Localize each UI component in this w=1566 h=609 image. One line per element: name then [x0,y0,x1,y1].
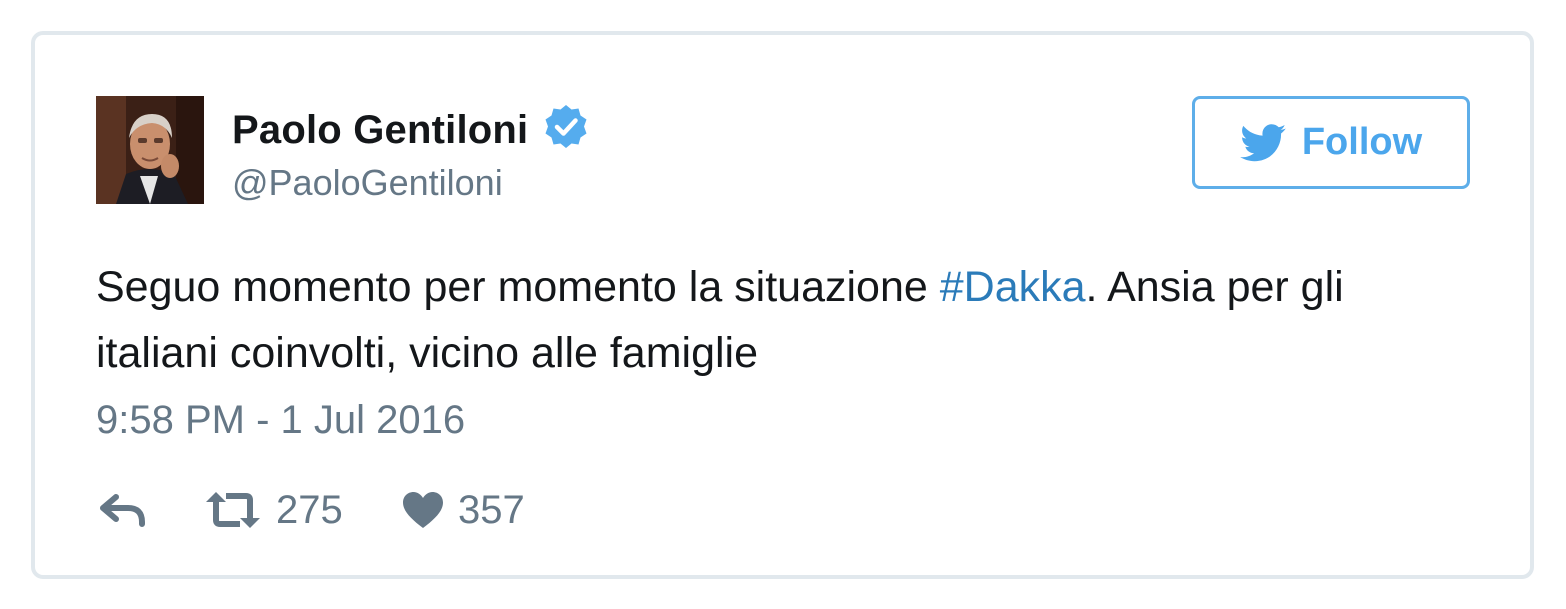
tweet-text-start: Seguo momento per momento la situazione [96,263,940,311]
twitter-bird-icon [1240,123,1286,161]
timestamp[interactable]: 9:58 PM - 1 Jul 2016 [96,398,465,443]
avatar[interactable] [96,96,204,204]
follow-label: Follow [1301,121,1423,163]
profile-photo [96,96,204,204]
heart-icon [403,492,443,528]
tweet-text: Seguo momento per momento la situazione … [96,254,1476,386]
reply-button[interactable] [100,482,146,538]
retweet-icon [206,492,260,528]
like-button[interactable]: 357 [402,482,525,538]
retweet-count: 275 [276,487,343,532]
verified-badge-icon [545,105,587,148]
retweet-button[interactable]: 275 [204,482,343,538]
name-row: Paolo Gentiloni [232,102,590,158]
hashtag-link[interactable]: #Dakka [940,263,1086,311]
follow-button[interactable]: Follow [1192,96,1470,189]
like-count: 357 [458,487,525,532]
user-name[interactable]: Paolo Gentiloni [232,108,528,153]
reply-icon [100,494,145,527]
user-info: Paolo Gentiloni @PaoloGentiloni [232,102,590,204]
user-handle[interactable]: @PaoloGentiloni [232,162,590,204]
